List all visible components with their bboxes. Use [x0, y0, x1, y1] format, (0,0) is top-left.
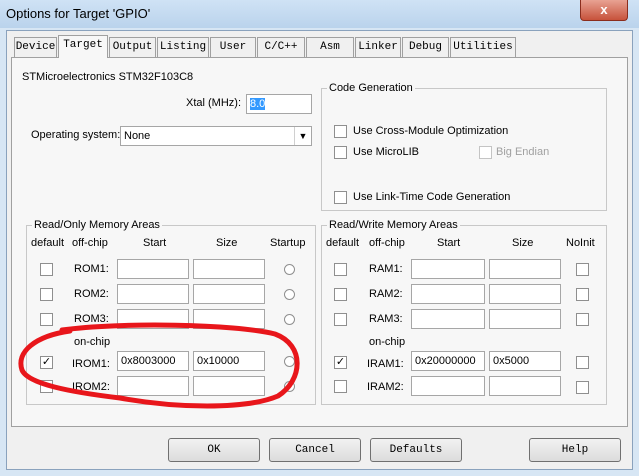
irom2-start-input[interactable] [117, 376, 189, 396]
rom3-start-input[interactable] [117, 309, 189, 329]
rom1-label: ROM1: [74, 263, 109, 275]
defaults-button[interactable]: Defaults [370, 438, 462, 462]
rom-header-offchip: off-chip [72, 237, 108, 249]
irom2-default-checkbox[interactable] [40, 380, 53, 393]
rom-group-title: Read/Only Memory Areas [32, 219, 162, 232]
rom2-label: ROM2: [74, 288, 109, 300]
ram1-size-input[interactable] [489, 259, 561, 279]
title-bar: Options for Target 'GPIO' x [0, 0, 639, 28]
iram1-start-input[interactable]: 0x20000000 [411, 351, 485, 371]
iram2-label: IRAM2: [367, 381, 404, 393]
ram2-noinit-checkbox[interactable] [576, 288, 589, 301]
ram3-start-input[interactable] [411, 309, 485, 329]
ram-header-offchip: off-chip [369, 237, 405, 249]
cross-module-checkbox[interactable] [334, 125, 347, 138]
irom1-size-input[interactable]: 0x10000 [193, 351, 265, 371]
rom1-default-checkbox[interactable] [40, 263, 53, 276]
rom1-startup-radio[interactable] [284, 264, 295, 275]
rom2-startup-radio[interactable] [284, 289, 295, 300]
code-generation-title: Code Generation [327, 82, 415, 95]
help-button[interactable]: Help [529, 438, 621, 462]
ram2-label: RAM2: [369, 288, 403, 300]
xtal-input[interactable]: 8.0 [246, 94, 312, 114]
ram3-size-input[interactable] [489, 309, 561, 329]
irom1-start-input[interactable]: 0x8003000 [117, 351, 189, 371]
rom3-default-checkbox[interactable] [40, 313, 53, 326]
big-endian-label: Big Endian [496, 146, 550, 158]
tab-output[interactable]: Output [109, 37, 156, 57]
rom2-size-input[interactable] [193, 284, 265, 304]
rom-header-size: Size [216, 237, 238, 249]
tab-debug[interactable]: Debug [402, 37, 449, 57]
close-icon: x [600, 2, 608, 17]
irom2-size-input[interactable] [193, 376, 265, 396]
os-label: Operating system: [31, 129, 121, 141]
iram1-size-input[interactable]: 0x5000 [489, 351, 561, 371]
irom2-label: IROM2: [72, 381, 110, 393]
big-endian-checkbox[interactable] [479, 146, 492, 159]
xtal-value: 8.0 [250, 98, 266, 110]
tab-linker[interactable]: Linker [355, 37, 401, 57]
link-time-label: Use Link-Time Code Generation [353, 191, 511, 203]
ok-button[interactable]: OK [168, 438, 260, 462]
rom-header-default: default [31, 237, 65, 249]
rom3-label: ROM3: [74, 313, 109, 325]
iram2-size-input[interactable] [489, 376, 561, 396]
irom1-default-checkbox[interactable]: ✓ [40, 356, 53, 369]
window-title: Options for Target 'GPIO' [6, 6, 151, 21]
rom2-default-checkbox[interactable] [40, 288, 53, 301]
iram2-default-checkbox[interactable] [334, 380, 347, 393]
rom2-start-input[interactable] [117, 284, 189, 304]
ram-onchip-label: on-chip [369, 336, 406, 348]
tab-device[interactable]: Device [14, 37, 57, 57]
ram3-label: RAM3: [369, 313, 403, 325]
os-value: None [124, 130, 151, 142]
ram2-size-input[interactable] [489, 284, 561, 304]
ram1-noinit-checkbox[interactable] [576, 263, 589, 276]
ram2-start-input[interactable] [411, 284, 485, 304]
iram1-default-checkbox[interactable]: ✓ [334, 356, 347, 369]
ram-header-noinit: NoInit [566, 237, 595, 249]
xtal-label: Xtal (MHz): [186, 97, 241, 109]
tab-asm[interactable]: Asm [306, 37, 354, 57]
tab-target[interactable]: Target [58, 35, 108, 58]
iram2-start-input[interactable] [411, 376, 485, 396]
rom1-start-input[interactable] [117, 259, 189, 279]
rom3-size-input[interactable] [193, 309, 265, 329]
cross-module-label: Use Cross-Module Optimization [353, 125, 509, 137]
ram-header-size: Size [512, 237, 534, 249]
chevron-down-icon[interactable]: ▼ [294, 127, 311, 145]
rom-header-startup: Startup [270, 237, 306, 249]
ram-header-start: Start [437, 237, 461, 249]
ram3-default-checkbox[interactable] [334, 313, 347, 326]
iram2-noinit-checkbox[interactable] [576, 381, 589, 394]
ram-group-title: Read/Write Memory Areas [327, 219, 460, 232]
ram1-start-input[interactable] [411, 259, 485, 279]
device-name: STMicroelectronics STM32F103C8 [22, 71, 194, 83]
rom-header-start: Start [143, 237, 167, 249]
tab-c-cpp[interactable]: C/C++ [257, 37, 305, 57]
tab-listing[interactable]: Listing [157, 37, 209, 57]
tab-user[interactable]: User [210, 37, 256, 57]
rom-onchip-label: on-chip [74, 336, 111, 348]
microlib-label: Use MicroLIB [353, 146, 420, 158]
irom2-startup-radio[interactable] [284, 381, 295, 392]
os-select[interactable]: None ▼ [120, 126, 312, 146]
ram-header-default: default [326, 237, 360, 249]
rom1-size-input[interactable] [193, 259, 265, 279]
microlib-checkbox[interactable] [334, 146, 347, 159]
rom3-startup-radio[interactable] [284, 314, 295, 325]
close-button[interactable]: x [580, 0, 628, 21]
cancel-button[interactable]: Cancel [269, 438, 361, 462]
ram2-default-checkbox[interactable] [334, 288, 347, 301]
ram1-label: RAM1: [369, 263, 403, 275]
ram1-default-checkbox[interactable] [334, 263, 347, 276]
tab-utilities[interactable]: Utilities [450, 37, 516, 57]
irom1-label: IROM1: [72, 358, 110, 370]
link-time-checkbox[interactable] [334, 191, 347, 204]
ram3-noinit-checkbox[interactable] [576, 313, 589, 326]
iram1-noinit-checkbox[interactable] [576, 356, 589, 369]
iram1-label: IRAM1: [367, 358, 404, 370]
irom1-startup-radio[interactable] [284, 356, 295, 367]
